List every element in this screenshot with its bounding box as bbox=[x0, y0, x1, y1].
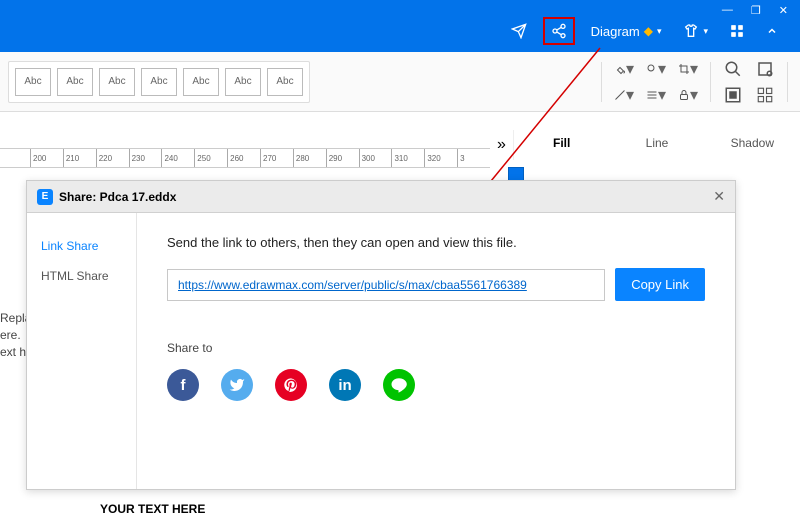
shape-preset[interactable]: Abc bbox=[183, 68, 219, 96]
titlebar-tools: Diagram ◆ ▾ ▾ bbox=[505, 17, 792, 45]
close-window-button[interactable]: ✕ bbox=[779, 4, 788, 17]
tab-line[interactable]: Line bbox=[609, 130, 704, 160]
horizontal-ruler: 200 210 220 230 240 250 260 270 280 290 … bbox=[0, 148, 490, 168]
maximize-button[interactable]: ❐ bbox=[751, 4, 761, 17]
app-logo-icon: E bbox=[37, 189, 53, 205]
shape-preset[interactable]: Abc bbox=[141, 68, 177, 96]
apps-icon[interactable] bbox=[724, 20, 750, 42]
dialog-title: Share: Pdca 17.eddx bbox=[59, 190, 176, 204]
ruler-tick: 250 bbox=[194, 149, 227, 167]
line-icon[interactable] bbox=[383, 369, 415, 401]
ruler-tick: 3 bbox=[457, 149, 490, 167]
property-tabs: » Fill Line Shadow bbox=[490, 130, 800, 160]
diagram-menu[interactable]: Diagram ◆ ▾ bbox=[585, 20, 668, 43]
ruler-tick: 210 bbox=[63, 149, 96, 167]
twitter-icon[interactable] bbox=[221, 369, 253, 401]
dialog-close-button[interactable]: ✕ bbox=[713, 188, 725, 205]
ruler-tick: 230 bbox=[129, 149, 162, 167]
ruler-tick: 200 bbox=[30, 149, 63, 167]
dialog-content: Send the link to others, then they can o… bbox=[137, 213, 735, 489]
shape-preset[interactable]: Abc bbox=[57, 68, 93, 96]
shape-preset[interactable]: Abc bbox=[15, 68, 51, 96]
ruler-tick: 310 bbox=[391, 149, 424, 167]
share-to-label: Share to bbox=[167, 341, 705, 355]
ruler-tick: 240 bbox=[161, 149, 194, 167]
tab-fill[interactable]: Fill bbox=[514, 130, 609, 160]
dialog-sidebar: Link Share HTML Share bbox=[27, 213, 137, 489]
share-url-field[interactable]: https://www.edrawmax.com/server/public/s… bbox=[167, 269, 605, 301]
shape-preset[interactable]: Abc bbox=[99, 68, 135, 96]
zoom-icon[interactable] bbox=[723, 59, 743, 79]
expand-panel-button[interactable]: » bbox=[490, 130, 514, 160]
page-width-icon[interactable] bbox=[755, 59, 775, 79]
chevron-down-icon: ▾ bbox=[657, 26, 662, 37]
ribbon: Abc Abc Abc Abc Abc Abc Abc ▾ ▾ ▾ ▾ ▾ ▾ bbox=[0, 52, 800, 112]
share-icon[interactable] bbox=[543, 17, 575, 45]
social-share-icons: f in bbox=[167, 369, 705, 401]
share-description: Send the link to others, then they can o… bbox=[167, 235, 705, 250]
ruler-tick: 270 bbox=[260, 149, 293, 167]
send-icon[interactable] bbox=[505, 19, 533, 43]
facebook-icon[interactable]: f bbox=[167, 369, 199, 401]
chevron-down-icon: ▾ bbox=[703, 26, 708, 37]
shape-preset[interactable]: Abc bbox=[225, 68, 261, 96]
ruler-tick: 260 bbox=[227, 149, 260, 167]
titlebar: — ❐ ✕ Diagram ◆ ▾ ▾ bbox=[0, 0, 800, 52]
shape-gallery[interactable]: Abc Abc Abc Abc Abc Abc Abc bbox=[8, 61, 310, 103]
ruler-tick: 320 bbox=[424, 149, 457, 167]
sidebar-item-html-share[interactable]: HTML Share bbox=[27, 261, 136, 291]
window-controls: — ❐ ✕ bbox=[722, 4, 788, 17]
shape-preset[interactable]: Abc bbox=[267, 68, 303, 96]
line-style-icon[interactable]: ▾ bbox=[646, 85, 666, 105]
crop-icon[interactable]: ▾ bbox=[678, 59, 698, 79]
shadow-icon[interactable]: ▾ bbox=[646, 59, 666, 79]
pinterest-icon[interactable] bbox=[275, 369, 307, 401]
share-dialog: E Share: Pdca 17.eddx ✕ Link Share HTML … bbox=[26, 180, 736, 490]
linkedin-icon[interactable]: in bbox=[329, 369, 361, 401]
pen-icon[interactable]: ▾ bbox=[614, 85, 634, 105]
tab-shadow[interactable]: Shadow bbox=[705, 130, 800, 160]
ruler-tick: 220 bbox=[96, 149, 129, 167]
lock-icon[interactable]: ▾ bbox=[678, 85, 698, 105]
ruler-tick: 290 bbox=[326, 149, 359, 167]
diagram-label: Diagram bbox=[591, 24, 640, 39]
ruler-tick: 280 bbox=[293, 149, 326, 167]
dialog-header: E Share: Pdca 17.eddx ✕ bbox=[27, 181, 735, 213]
minimize-button[interactable]: — bbox=[722, 4, 733, 17]
sidebar-item-link-share[interactable]: Link Share bbox=[27, 231, 136, 261]
ruler-tick: 300 bbox=[359, 149, 392, 167]
fit-page-icon[interactable] bbox=[723, 85, 743, 105]
copy-link-button[interactable]: Copy Link bbox=[615, 268, 705, 301]
canvas-text-shape[interactable]: YOUR TEXT HERE bbox=[100, 502, 205, 516]
diamond-icon: ◆ bbox=[644, 24, 653, 38]
collapse-ribbon-icon[interactable] bbox=[760, 21, 784, 41]
tshirt-icon[interactable]: ▾ bbox=[677, 19, 714, 43]
grid-icon[interactable] bbox=[755, 85, 775, 105]
fill-bucket-icon[interactable]: ▾ bbox=[614, 59, 634, 79]
